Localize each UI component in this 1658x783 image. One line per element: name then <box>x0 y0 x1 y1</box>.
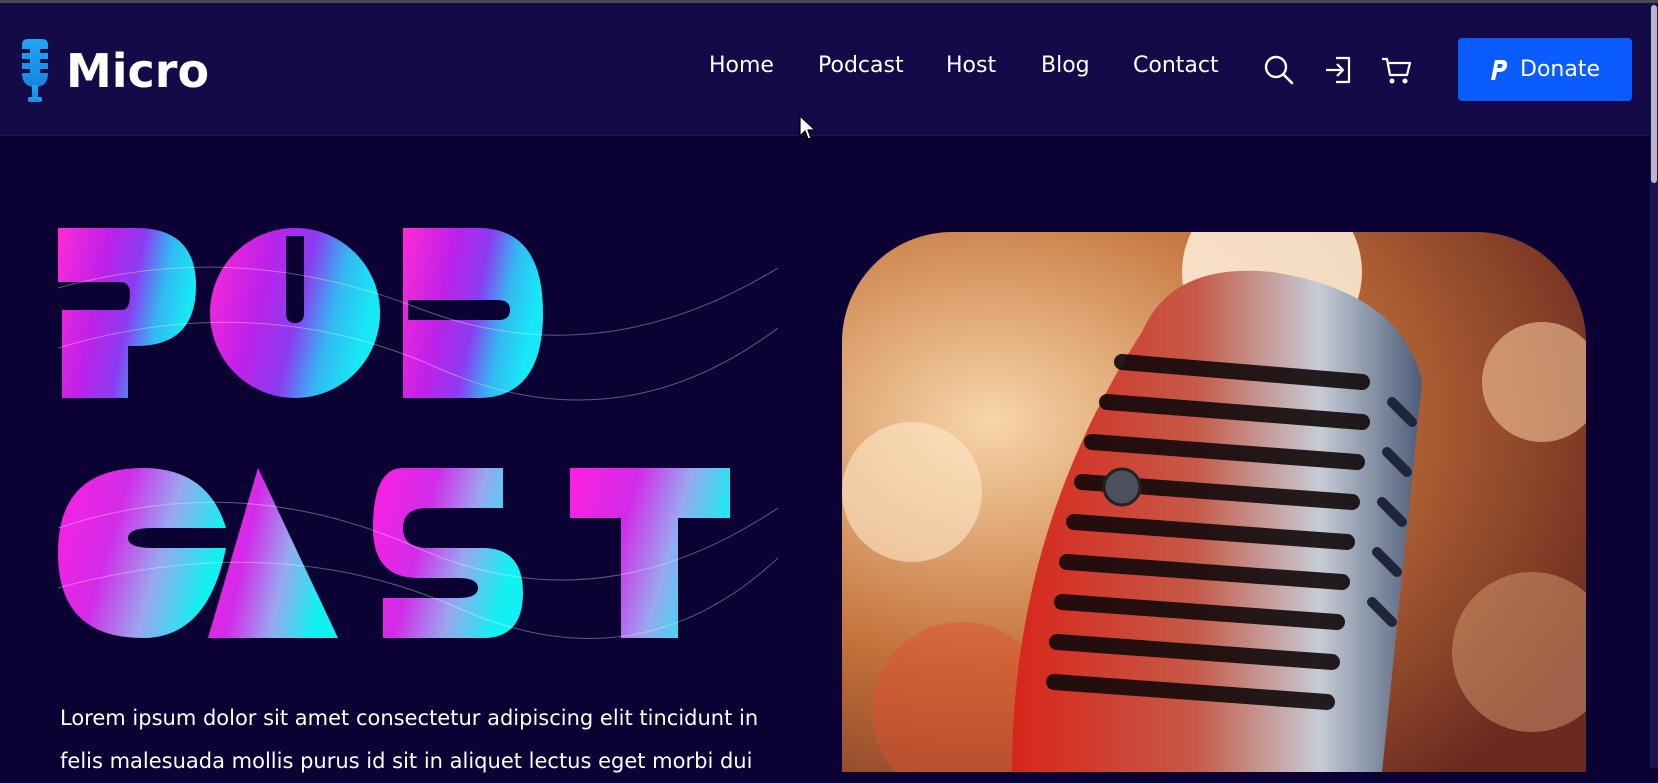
donate-button[interactable]: Donate <box>1458 38 1632 101</box>
title-line-pod <box>58 228 543 398</box>
donate-label: Donate <box>1520 57 1600 82</box>
scrollbar-thumb[interactable] <box>1651 5 1657 183</box>
site-logo[interactable]: Micro <box>18 36 209 106</box>
site-header: Micro Home Podcast Host Blog Contact Don… <box>0 3 1658 136</box>
hero-paragraph: Lorem ipsum dolor sit amet consectetur a… <box>60 706 759 773</box>
search-icon[interactable] <box>1262 53 1296 87</box>
nav-host[interactable]: Host <box>946 53 996 78</box>
login-icon[interactable] <box>1322 53 1356 87</box>
nav-podcast[interactable]: Podcast <box>818 53 904 78</box>
logo-text: Micro <box>66 44 210 98</box>
title-line-cast <box>58 468 730 638</box>
nav-blog[interactable]: Blog <box>1041 53 1090 78</box>
vintage-microphone-photo <box>842 232 1586 772</box>
nav-contact[interactable]: Contact <box>1133 53 1219 78</box>
nav-home[interactable]: Home <box>709 53 774 78</box>
microphone-icon <box>18 39 52 102</box>
cart-icon[interactable] <box>1380 53 1414 87</box>
paypal-icon <box>1491 59 1508 80</box>
mouse-cursor <box>799 115 816 140</box>
hero-title <box>58 228 778 639</box>
